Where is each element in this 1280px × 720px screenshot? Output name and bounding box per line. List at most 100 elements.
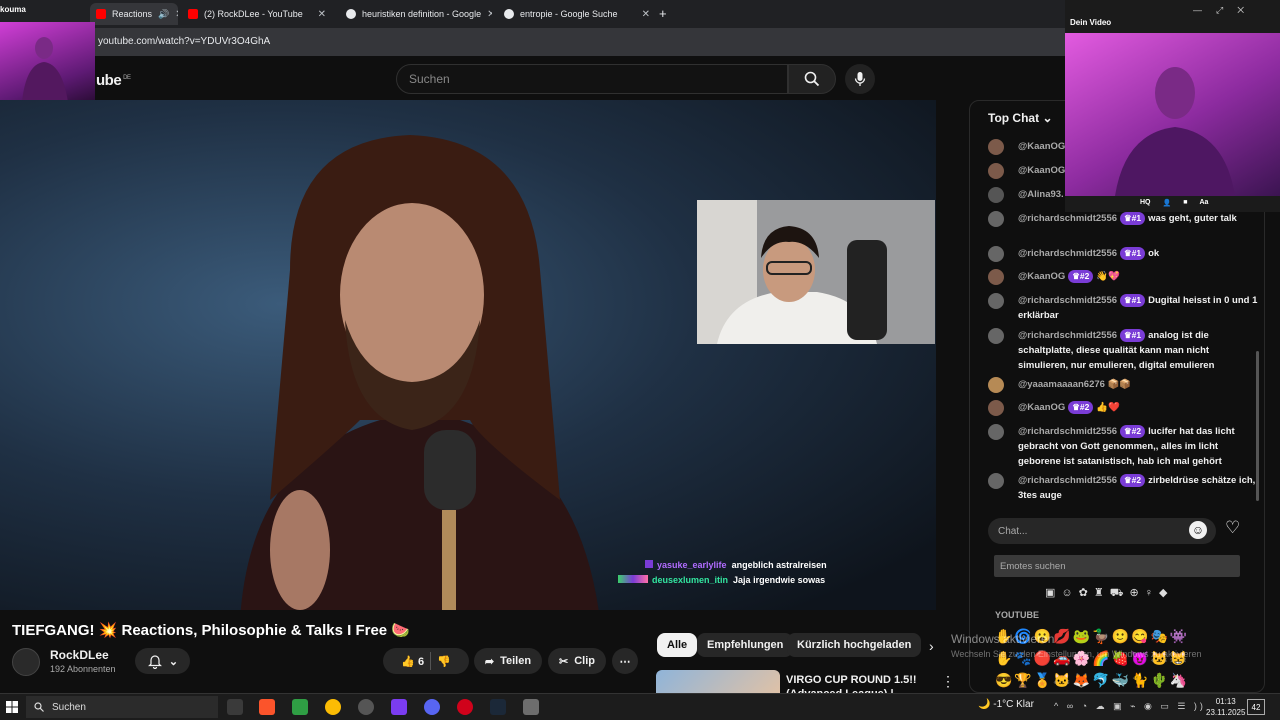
chevron-right-icon[interactable]: › (929, 638, 934, 654)
address-bar[interactable]: youtube.com/watch?v=YDUVr3O4GhA (0, 28, 1065, 56)
user-icon: 👤 (1162, 200, 1172, 207)
emoji-icon[interactable]: ☺ (1189, 521, 1207, 539)
tab-rockdlee[interactable]: (2) RockDLee - YouTube ✕ (182, 3, 332, 25)
windows-start-icon[interactable] (6, 700, 18, 713)
video-host-figure (240, 135, 599, 610)
more-actions-button[interactable]: ⋯ (612, 648, 638, 674)
subscriber-count: 192 Abonnenten (50, 664, 116, 674)
youtube-logo[interactable]: ube DE (96, 72, 131, 89)
channel-name[interactable]: RockDLee (50, 648, 109, 662)
app-icon[interactable] (292, 699, 308, 715)
emote-icon: 📦📦 (1107, 379, 1132, 390)
google-icon (346, 9, 356, 19)
chat-message: @richardschmidt2556 ♛#1 ok (988, 246, 1258, 262)
search-input[interactable]: Suchen (396, 64, 788, 94)
notifications-icon[interactable]: 42 (1247, 699, 1265, 715)
avatar (988, 269, 1004, 285)
close-icon[interactable]: ✕ (642, 9, 650, 20)
dein-video-label: Dein Video (1070, 18, 1112, 27)
dein-video-panel: Dein Video —⤢✕ HQ 👤 ■ Aa (1065, 0, 1280, 212)
person-silhouette (22, 37, 68, 102)
heart-icon[interactable]: ♡ (1225, 518, 1240, 538)
chat-message: @richardschmidt2556 ♛#1 Dugital heisst in … (988, 293, 1258, 323)
cam-controls[interactable]: HQ 👤 ■ Aa (1140, 199, 1208, 207)
taskbar-search[interactable]: Suchen (26, 696, 218, 718)
new-tab-button[interactable]: + (659, 6, 667, 21)
notification-bell-button[interactable]: ⌄ (135, 648, 190, 674)
rank-badge: ♛#2 (1068, 401, 1094, 414)
chat-message: @richardschmidt2556 ♛#1 was geht, guter ta… (988, 211, 1258, 227)
streamer-figure (697, 200, 935, 344)
avatar (988, 473, 1004, 489)
emote-category-icons[interactable]: ▣☺✿♜⛟⊕♀◆ (1045, 586, 1173, 601)
chip-recent[interactable]: Kürzlich hochgeladen (787, 633, 922, 657)
like-dislike-group: 👍 6 👎 (383, 648, 469, 674)
weather-widget[interactable]: 🌙 -1°C Klar (978, 699, 1034, 710)
app-icon[interactable] (523, 699, 539, 715)
system-tray-icons[interactable]: ^ ∞ ◔ ☁ ▣ ⌁ ◉ ▭ ☰ )) (1054, 701, 1206, 712)
like-button[interactable]: 👍 6 (401, 655, 424, 668)
app-icon[interactable] (358, 699, 374, 715)
window-controls[interactable]: —⤢✕ (1193, 5, 1258, 16)
chat-mode-selector[interactable]: Top Chat ⌄ (988, 111, 1053, 125)
more-icon: ⋯ (619, 655, 631, 668)
search-button[interactable] (788, 64, 836, 94)
avatar (988, 293, 1004, 309)
google-icon (504, 9, 514, 19)
badge-icon (618, 575, 648, 583)
dislike-button[interactable]: 👎 (437, 655, 451, 668)
tab-heuristiken[interactable]: heuristiken definition - Google ✕ (340, 3, 492, 25)
rank-badge: ♛#1 (1120, 294, 1146, 307)
avatar (988, 328, 1004, 344)
clip-button[interactable]: ✂ Clip (548, 648, 606, 674)
camera-icon: ■ (1183, 199, 1188, 206)
avatar (988, 187, 1004, 203)
chat-input[interactable]: Chat... (988, 518, 1216, 544)
streamer-facecam (697, 200, 935, 344)
voice-search-button[interactable] (845, 64, 875, 94)
chat-scrollbar[interactable] (1256, 351, 1259, 501)
video-player[interactable]: yasuke_earlylife angeblich astralreisen … (0, 100, 936, 610)
bell-icon (147, 655, 162, 669)
brave-browser-icon[interactable] (259, 699, 275, 715)
tab-reactions[interactable]: Reactions 🔊 ✕ (90, 3, 178, 25)
opera-icon[interactable] (457, 699, 473, 715)
chrome-icon[interactable] (325, 699, 341, 715)
task-view-icon[interactable] (227, 699, 243, 715)
url-text[interactable]: youtube.com/watch?v=YDUVr3O4GhA (98, 36, 270, 47)
discord-icon[interactable] (424, 699, 440, 715)
emote-icon: 👋💖 (1096, 271, 1121, 282)
close-icon[interactable]: ✕ (487, 9, 492, 20)
more-icon[interactable]: ⋮ (941, 673, 955, 690)
share-button[interactable]: ➦ Teilen (474, 648, 542, 674)
chat-message: @richardschmidt2556 ♛#1 analog ist die sch… (988, 328, 1258, 373)
chip-recommended[interactable]: Empfehlungen (697, 633, 794, 657)
windows-taskbar: Suchen 🌙 -1°C Klar ^ ∞ ◔ ☁ ▣ ⌁ ◉ ▭ ☰ )) … (0, 693, 1280, 720)
scissors-icon: ✂ (559, 655, 569, 668)
emote-icon: 👍❤️ (1096, 402, 1121, 413)
steam-icon[interactable] (490, 699, 506, 715)
close-icon[interactable]: ✕ (175, 9, 178, 20)
youtube-icon (188, 9, 198, 19)
channel-avatar[interactable] (12, 648, 40, 676)
rank-badge: ♛#2 (1068, 270, 1094, 283)
activation-watermark-subtitle: Wechseln Sie zu den Einstellungen, um Wi… (951, 649, 1201, 659)
dein-video-feed (1065, 33, 1280, 196)
rank-badge: ♛#1 (1120, 212, 1146, 225)
search-icon (34, 702, 44, 712)
tab-entropie[interactable]: entropie - Google Suche ✕ (498, 3, 656, 25)
avatar (988, 377, 1004, 393)
video-overlay-chat-line: yasuke_earlylife angeblich astralreisen (645, 560, 827, 570)
avatar (988, 400, 1004, 416)
speaker-icon[interactable]: 🔊 (158, 9, 169, 20)
my-cam-label: kouma (0, 5, 26, 14)
share-icon: ➦ (484, 655, 495, 668)
close-icon[interactable]: ✕ (318, 9, 326, 20)
emote-search-input[interactable]: Emotes suchen (994, 555, 1240, 577)
search-icon (804, 71, 820, 87)
video-title: TIEFGANG! 💥 Reactions, Philosophie & Tal… (12, 622, 410, 639)
chip-all[interactable]: Alle (657, 633, 698, 657)
clock[interactable]: 01:13 23.11.2025 (1206, 696, 1245, 718)
app-icon[interactable] (391, 699, 407, 715)
chat-message: @KaanOG ♛#2 👍❤️ (988, 400, 1258, 416)
